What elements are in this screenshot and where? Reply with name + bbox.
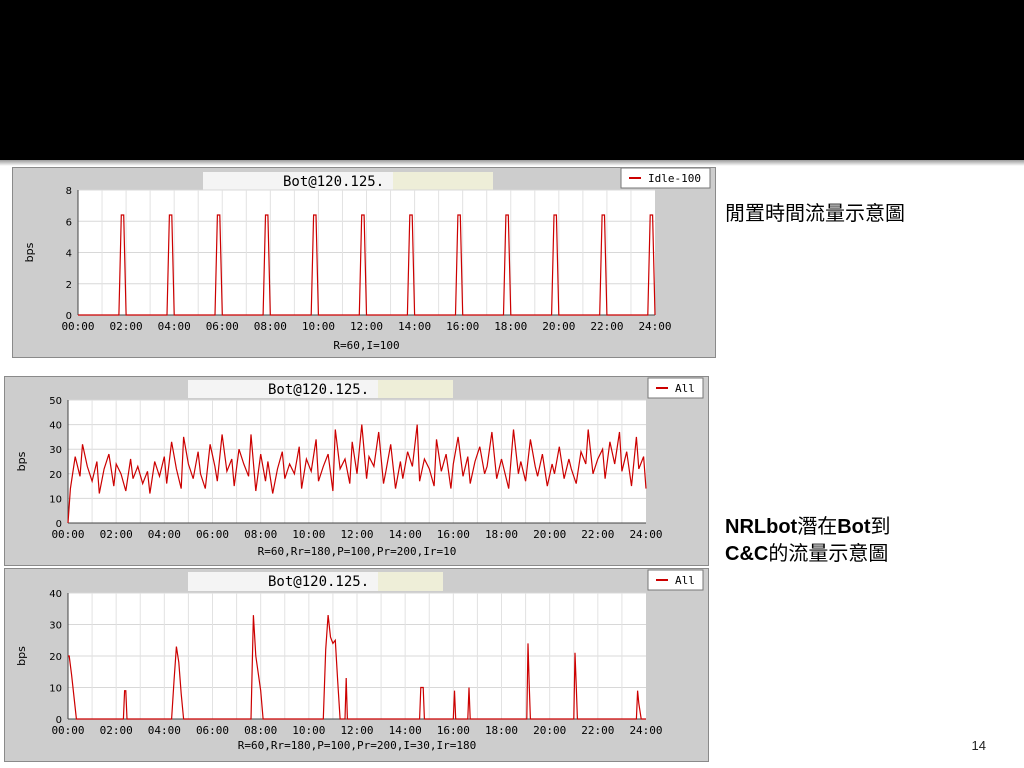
chart-title: Bot@120.125. bbox=[268, 574, 369, 590]
caption-nrlbot-name: NRLbot bbox=[725, 516, 798, 538]
chart-panel-idle: Bot@120.125. Idle-100 0 2 4 6 8 00:00 02:00 04:00… bbox=[12, 167, 716, 358]
caption-nrlbot-traffic: NRLbot潛在Bot到 C&C的流量示意圖 bbox=[725, 513, 1015, 567]
y-tick-label: 20 bbox=[49, 470, 62, 481]
caption-nrlbot-text-1: 潛在 bbox=[797, 514, 838, 538]
y-axis-label: bps bbox=[23, 242, 36, 262]
x-tick-label: 18:00 bbox=[494, 320, 527, 333]
x-tick-label: 12:00 bbox=[340, 724, 373, 737]
chart-panel-nrlbot-1: Bot@120.125. All 0 10 20 30 40 50 00:00 02:00 04:0… bbox=[4, 376, 709, 566]
x-tick-label: 02:00 bbox=[100, 724, 133, 737]
x-tick-label: 22:00 bbox=[581, 724, 614, 737]
slide-number: 14 bbox=[971, 738, 986, 753]
x-tick-label: 20:00 bbox=[542, 320, 575, 333]
x-tick-label: 04:00 bbox=[148, 724, 181, 737]
x-tick-label: 00:00 bbox=[51, 528, 84, 541]
x-tick-label: 06:00 bbox=[206, 320, 239, 333]
chart-subtitle: R=60,Rr=180,P=100,Pr=200,Ir=10 bbox=[258, 545, 457, 558]
y-tick-label: 50 bbox=[49, 396, 62, 407]
chart-nrlbot-1: Bot@120.125. All0102030405000:00 02:00 04:0… bbox=[15, 377, 704, 558]
chart-title: Bot@120.125. bbox=[268, 382, 369, 398]
caption-idle-traffic: 閒置時間流量示意圖 bbox=[725, 201, 905, 225]
x-tick-label: 16:00 bbox=[437, 724, 470, 737]
chart-idle: Bot@120.125. Idle-1000246800:00 02:00 04:00… bbox=[23, 168, 711, 352]
y-axis-label: bps bbox=[15, 646, 28, 666]
chart-title: Bot@120.125. bbox=[283, 174, 384, 190]
x-tick-label: 08:00 bbox=[254, 320, 287, 333]
x-tick-label: 08:00 bbox=[244, 528, 277, 541]
x-tick-label: 22:00 bbox=[581, 528, 614, 541]
x-tick-label: 00:00 bbox=[51, 724, 84, 737]
x-tick-label: 00:00 bbox=[61, 320, 94, 333]
chart-panel-nrlbot-2: Bot@120.125. All 0 10 20 30 40 00:00 02:00 04:00 0… bbox=[4, 568, 709, 762]
legend-label: Idle-100 bbox=[648, 172, 701, 185]
x-tick-label: 06:00 bbox=[196, 724, 229, 737]
x-tick-label: 10:00 bbox=[302, 320, 335, 333]
caption-nrlbot-text-3: 的流量示意圖 bbox=[768, 541, 889, 565]
legend-label: All bbox=[675, 574, 695, 587]
y-tick-label: 8 bbox=[66, 186, 72, 197]
x-tick-label: 04:00 bbox=[148, 528, 181, 541]
slide-title-bar bbox=[0, 0, 1024, 160]
y-tick-label: 6 bbox=[66, 217, 72, 228]
y-tick-label: 4 bbox=[66, 249, 72, 260]
x-tick-label: 02:00 bbox=[110, 320, 143, 333]
y-axis-label: bps bbox=[15, 451, 28, 471]
legend-label: All bbox=[675, 382, 695, 395]
chart-subtitle: R=60,Rr=180,P=100,Pr=200,I=30,Ir=180 bbox=[238, 739, 476, 752]
x-tick-label: 06:00 bbox=[196, 528, 229, 541]
x-tick-label: 02:00 bbox=[100, 528, 133, 541]
y-tick-label: 10 bbox=[49, 494, 62, 505]
chart-subtitle: R=60,I=100 bbox=[333, 339, 399, 352]
x-tick-label: 10:00 bbox=[292, 528, 325, 541]
x-tick-label: 14:00 bbox=[389, 724, 422, 737]
y-tick-label: 30 bbox=[49, 445, 62, 456]
caption-bot-word: Bot bbox=[837, 516, 871, 538]
x-tick-label: 18:00 bbox=[485, 528, 518, 541]
y-tick-label: 30 bbox=[49, 621, 62, 632]
x-tick-label: 24:00 bbox=[638, 320, 671, 333]
x-tick-label: 08:00 bbox=[244, 724, 277, 737]
title-bar-shadow bbox=[0, 160, 1024, 166]
y-tick-label: 40 bbox=[49, 421, 62, 432]
x-tick-label: 12:00 bbox=[350, 320, 383, 333]
x-tick-label: 16:00 bbox=[437, 528, 470, 541]
y-tick-label: 40 bbox=[49, 589, 62, 600]
x-tick-label: 14:00 bbox=[398, 320, 431, 333]
y-tick-label: 2 bbox=[66, 280, 72, 291]
x-tick-label: 04:00 bbox=[158, 320, 191, 333]
chart-nrlbot-2: Bot@120.125. All01020304000:00 02:00 04:00 0… bbox=[15, 569, 704, 752]
x-tick-label: 20:00 bbox=[533, 528, 566, 541]
caption-nrlbot-text-2: 到 bbox=[870, 514, 891, 538]
x-tick-label: 12:00 bbox=[340, 528, 373, 541]
x-tick-label: 22:00 bbox=[590, 320, 623, 333]
x-tick-label: 16:00 bbox=[446, 320, 479, 333]
x-tick-label: 20:00 bbox=[533, 724, 566, 737]
y-tick-label: 10 bbox=[49, 684, 62, 695]
x-tick-label: 24:00 bbox=[629, 724, 662, 737]
caption-cc-word: C&C bbox=[725, 543, 769, 565]
x-tick-label: 18:00 bbox=[485, 724, 518, 737]
x-tick-label: 24:00 bbox=[629, 528, 662, 541]
y-tick-label: 20 bbox=[49, 652, 62, 663]
x-tick-label: 14:00 bbox=[389, 528, 422, 541]
x-tick-label: 10:00 bbox=[292, 724, 325, 737]
